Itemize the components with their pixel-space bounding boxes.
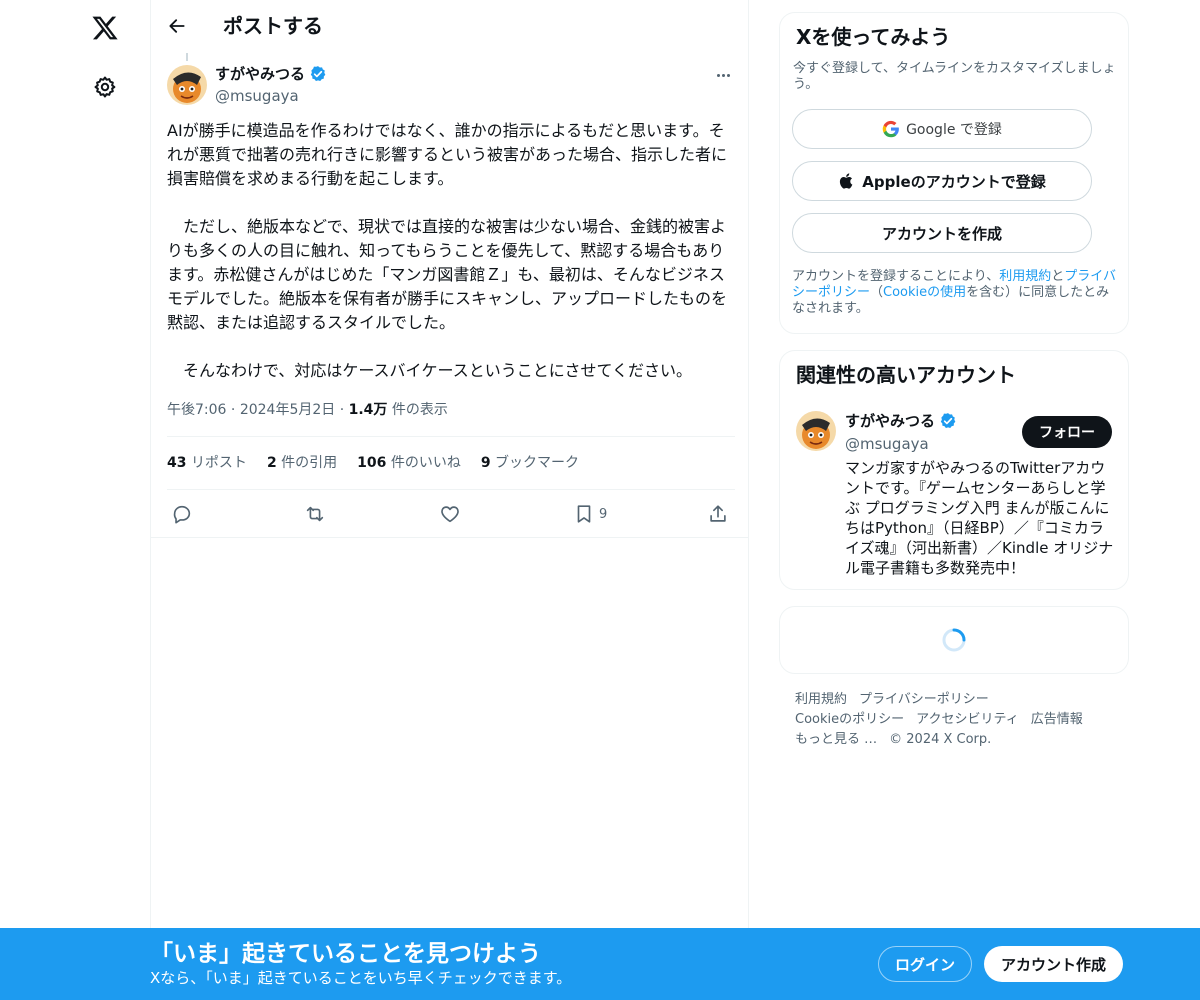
related-handle[interactable]: @msugaya [845, 434, 929, 454]
signup-title: Xを使ってみよう [796, 25, 951, 49]
apple-signup-label: Appleのアカウントで登録 [862, 172, 1046, 191]
main-column: ポストする すがやみつる @msugaya AIが勝手に模造品を作るわけではなく… [150, 0, 749, 1000]
left-nav [0, 0, 150, 1000]
bookmark-icon [577, 505, 591, 523]
page-title: ポストする [223, 14, 323, 38]
avatar[interactable] [167, 65, 207, 105]
login-button[interactable]: ログイン [878, 946, 972, 982]
banner-subtitle: Xなら、「いま」起きていることをいち早くチェックできます。 [150, 969, 572, 987]
signup-card: Xを使ってみよう 今すぐ登録して、タイムラインをカスタマイズしましょう。 Goo… [779, 12, 1129, 334]
post-paragraph: そんなわけで、対応はケースバイケースということにさせてください。 [167, 361, 692, 380]
post-date[interactable]: 2024年5月2日 [240, 402, 335, 418]
google-signup-button[interactable]: Google で登録 [792, 109, 1092, 149]
divider [167, 489, 735, 490]
post-meta: 午後7:06 · 2024年5月2日 · 1.4万 件の表示 [167, 400, 448, 420]
footer-accessibility-link[interactable]: アクセシビリティ [916, 710, 1019, 730]
avatar[interactable] [796, 411, 836, 451]
author-handle[interactable]: @msugaya [215, 86, 299, 106]
meta-separator: · [230, 402, 236, 418]
create-account-button[interactable]: アカウントを作成 [792, 213, 1092, 253]
footer-copyright: © 2024 X Corp. [889, 732, 992, 747]
footer-privacy-link[interactable]: プライバシーポリシー [859, 690, 989, 710]
author-name[interactable]: すがやみつる [215, 64, 305, 84]
footer-links: 利用規約 プライバシーポリシー Cookieのポリシー アクセシビリティ 広告情… [795, 690, 1115, 750]
verified-badge-icon [310, 66, 326, 82]
related-accounts-card: 関連性の高いアカウント すがやみつる @msugaya フォロー マンガ家すがや… [779, 350, 1129, 590]
loading-card [779, 606, 1129, 674]
related-bio: マンガ家すがやみつるのTwitterアカウントです。『ゲームセンターあらしと学ぶ… [845, 459, 1114, 577]
reposts-stat[interactable]: 43 リポスト [167, 453, 247, 473]
terms-link[interactable]: 利用規約 [999, 269, 1051, 284]
related-name-row: すがやみつる [845, 411, 957, 431]
footer-terms-link[interactable]: 利用規約 [795, 690, 847, 710]
engagement-stats: 43 リポスト 2 件の引用 106 件のいいね 9 ブックマーク [167, 453, 579, 473]
create-account-label: アカウントを作成 [881, 224, 1002, 243]
bookmark-count: 9 [599, 506, 608, 522]
login-banner: 「いま」起きていることを見つけよう Xなら、「いま」起きていることをいち早くチェ… [0, 928, 1200, 1000]
cookie-link[interactable]: Cookieの使用 [883, 285, 966, 300]
footer-cookie-link[interactable]: Cookieのポリシー [795, 710, 904, 730]
google-icon [882, 120, 899, 138]
author-name-row: すがやみつる [215, 64, 327, 84]
bookmarks-stat[interactable]: 9 ブックマーク [481, 453, 579, 473]
post-time[interactable]: 午後7:06 [167, 402, 226, 418]
gear-icon[interactable] [93, 75, 117, 99]
views-label: 件の表示 [391, 402, 448, 418]
views-count: 1.4万 [348, 402, 388, 418]
apple-signup-button[interactable]: Appleのアカウントで登録 [792, 161, 1092, 201]
like-button[interactable] [439, 502, 461, 526]
repost-button[interactable] [304, 502, 326, 526]
reply-button[interactable] [171, 502, 193, 526]
footer-ads-link[interactable]: 広告情報 [1031, 710, 1083, 730]
signup-legal-text: アカウントを登録することにより、利用規約とプライバシーポリシー（Cookieの使… [792, 269, 1117, 316]
thread-line [186, 53, 188, 61]
divider [151, 537, 749, 538]
likes-stat[interactable]: 106 件のいいね [357, 453, 461, 473]
related-title: 関連性の高いアカウント [796, 363, 1016, 387]
more-icon[interactable] [711, 66, 735, 84]
banner-title: 「いま」起きていることを見つけよう [150, 941, 541, 967]
share-button[interactable] [707, 502, 729, 526]
post-text: AIが勝手に模造品を作るわけではなく、誰かの指示によるもだと思います。それが悪質… [167, 119, 735, 383]
divider [167, 436, 735, 437]
heart-icon [441, 506, 459, 523]
related-name[interactable]: すがやみつる [845, 411, 935, 431]
post-paragraph [167, 191, 735, 215]
verified-badge-icon [940, 413, 956, 429]
repost-icon [306, 506, 324, 522]
post-paragraph: ただし、絶版本などで、現状では直接的な被害は少ない場合、金銭的被害よりも多くの人… [167, 217, 728, 332]
post-paragraph [167, 335, 735, 359]
signup-button[interactable]: アカウント作成 [984, 946, 1123, 982]
bookmark-button[interactable]: 9 [573, 502, 607, 526]
x-logo-icon[interactable] [91, 14, 119, 42]
share-icon [710, 505, 726, 522]
reply-icon [173, 505, 191, 524]
signup-subtitle: 今すぐ登録して、タイムラインをカスタマイズしましょう。 [793, 61, 1116, 92]
meta-separator: · [339, 402, 345, 418]
loading-spinner-icon [942, 628, 966, 652]
back-arrow-icon[interactable] [167, 16, 187, 36]
footer-more-link[interactable]: もっと見る … [795, 730, 877, 750]
apple-icon [840, 173, 853, 189]
quotes-stat[interactable]: 2 件の引用 [267, 453, 337, 473]
post-header: ポストする [151, 0, 749, 53]
post-paragraph: AIが勝手に模造品を作るわけではなく、誰かの指示によるもだと思います。それが悪質… [167, 121, 728, 188]
google-signup-label: Google で登録 [906, 122, 1002, 138]
follow-button[interactable]: フォロー [1022, 416, 1112, 448]
